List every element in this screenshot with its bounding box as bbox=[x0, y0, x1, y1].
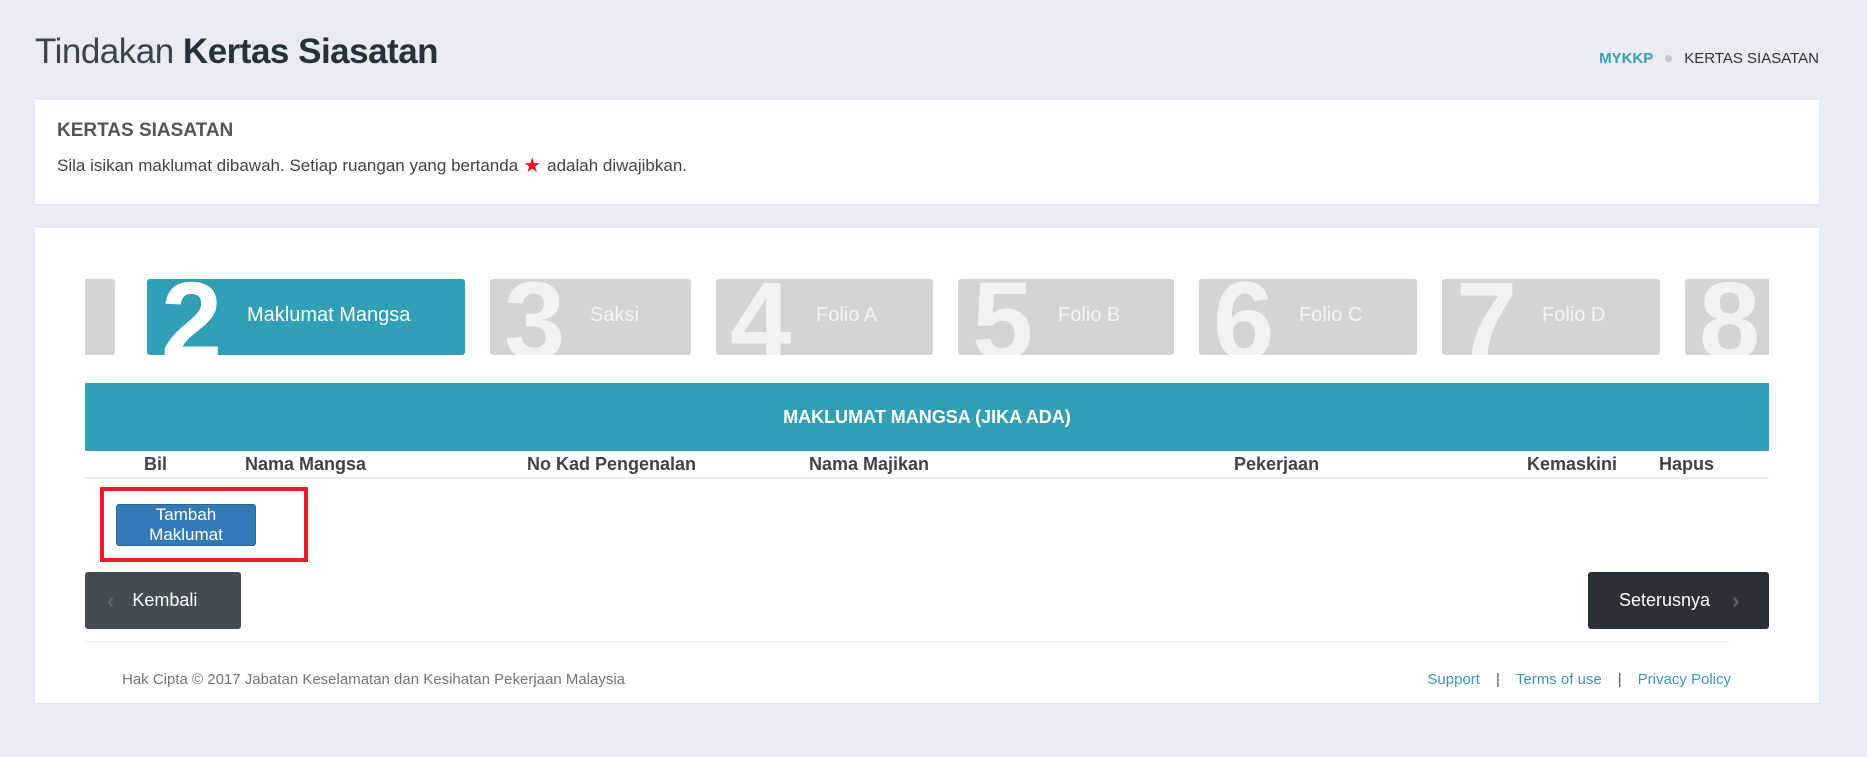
column-header-kemaskini: Kemaskini bbox=[1527, 454, 1618, 474]
column-header-nama-mangsa: Nama Mangsa bbox=[245, 454, 367, 474]
breadcrumb-separator-icon bbox=[1665, 55, 1673, 62]
wizard-step-8[interactable]: 8 bbox=[1685, 279, 1769, 355]
page-title-bold: Kertas Siasatan bbox=[182, 32, 439, 71]
page-title-light: Tindakan bbox=[35, 32, 174, 71]
wizard-step-label: Folio B bbox=[1058, 304, 1121, 326]
footer-separator: | bbox=[1617, 671, 1622, 688]
wizard-step-maklumat-mangsa[interactable]: 2 Maklumat Mangsa bbox=[147, 279, 465, 355]
chevron-right-icon: › bbox=[1732, 587, 1740, 613]
chevron-left-icon: ‹ bbox=[107, 587, 115, 613]
info-card-description-before: Sila isikan maklumat dibawah. Setiap rua… bbox=[57, 156, 519, 175]
wizard-step-folio-d[interactable]: 7 Folio D bbox=[1442, 279, 1660, 355]
wizard-step-label: Folio C bbox=[1299, 304, 1363, 326]
add-info-button[interactable]: Tambah Maklumat bbox=[116, 504, 256, 546]
table-title-bar: MAKLUMAT MANGSA (JIKA ADA) bbox=[85, 383, 1769, 451]
wizard-steps: 2 Maklumat Mangsa 3 Saksi 4 Folio A 5 Fo… bbox=[85, 279, 1769, 355]
wizard-step-label: Folio A bbox=[816, 304, 878, 326]
footer-separator: | bbox=[1495, 671, 1500, 688]
column-header-hapus: Hapus bbox=[1659, 454, 1715, 474]
wizard-step-number: 7 bbox=[1456, 279, 1518, 355]
wizard-step-saksi[interactable]: 3 Saksi bbox=[490, 279, 691, 355]
wizard-step-folio-b[interactable]: 5 Folio B bbox=[958, 279, 1174, 355]
wizard-step-number: 5 bbox=[972, 279, 1034, 355]
wizard-step-folio-a[interactable]: 4 Folio A bbox=[716, 279, 933, 355]
wizard-step-label: Folio D bbox=[1542, 304, 1606, 326]
wizard-step-number: 8 bbox=[1699, 279, 1761, 355]
column-header-pekerjaan: Pekerjaan bbox=[1234, 454, 1320, 474]
info-card-description-after: adalah diwajibkan. bbox=[547, 156, 688, 175]
table-column-headers: Bil Nama Mangsa No Kad Pengenalan Nama M… bbox=[85, 451, 1769, 479]
footer-link-terms[interactable]: Terms of use bbox=[1516, 671, 1602, 688]
info-card-heading: KERTAS SIASATAN bbox=[57, 120, 234, 141]
back-button[interactable]: ‹ Kembali bbox=[85, 572, 241, 629]
wizard-step-number: 4 bbox=[730, 279, 792, 355]
breadcrumb-current: KERTAS SIASATAN bbox=[1684, 50, 1819, 67]
column-header-nama-majikan: Nama Majikan bbox=[809, 454, 930, 474]
breadcrumb-home-link[interactable]: MYKKP bbox=[1599, 50, 1653, 67]
star-icon: ★ bbox=[523, 155, 542, 177]
footer-divider bbox=[85, 641, 1730, 642]
wizard-step-1[interactable] bbox=[85, 279, 115, 355]
table-title: MAKLUMAT MANGSA (JIKA ADA) bbox=[783, 406, 1071, 427]
footer-link-support[interactable]: Support bbox=[1427, 671, 1480, 688]
footer-links: Support | Terms of use | Privacy Policy bbox=[1427, 671, 1731, 688]
page-title: Tindakan Kertas Siasatan bbox=[35, 32, 439, 72]
info-card-description: Sila isikan maklumat dibawah. Setiap rua… bbox=[57, 156, 1797, 176]
column-header-no-kad-pengenalan: No Kad Pengenalan bbox=[527, 454, 697, 474]
info-card: KERTAS SIASATAN Sila isikan maklumat dib… bbox=[35, 100, 1819, 204]
copyright-text: Hak Cipta © 2017 Jabatan Keselamatan dan… bbox=[122, 671, 626, 688]
next-button-label: Seterusnya bbox=[1619, 590, 1711, 610]
wizard-step-number: 2 bbox=[161, 279, 223, 355]
wizard-step-folio-c[interactable]: 6 Folio C bbox=[1199, 279, 1417, 355]
wizard-step-label: Maklumat Mangsa bbox=[247, 304, 411, 326]
wizard-step-number: 3 bbox=[504, 279, 566, 355]
footer-link-privacy[interactable]: Privacy Policy bbox=[1638, 671, 1731, 688]
breadcrumb: MYKKP KERTAS SIASATAN bbox=[1599, 50, 1819, 67]
wizard-step-number: 6 bbox=[1213, 279, 1275, 355]
wizard-step-label: Saksi bbox=[590, 304, 639, 326]
next-button[interactable]: Seterusnya › bbox=[1588, 572, 1769, 629]
main-card: 2 Maklumat Mangsa 3 Saksi 4 Folio A 5 Fo… bbox=[35, 228, 1819, 703]
back-button-label: Kembali bbox=[132, 590, 198, 610]
column-header-bil: Bil bbox=[144, 454, 168, 474]
